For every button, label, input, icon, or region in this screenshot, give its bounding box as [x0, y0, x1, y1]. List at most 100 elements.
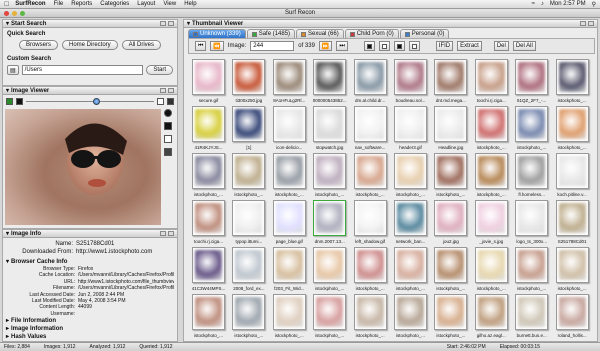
stop-icon[interactable] — [164, 122, 172, 130]
close-window-button[interactable] — [4, 11, 9, 16]
panel-close-button[interactable] — [168, 231, 174, 236]
thumbnail-image[interactable] — [232, 59, 266, 95]
thumbnail-image[interactable] — [192, 200, 225, 236]
thumbnail-item[interactable]: burnett.bus.e... — [513, 292, 550, 347]
zoom-slider[interactable] — [26, 98, 154, 105]
hash-values-section[interactable]: ▸ Hash Values — [6, 333, 174, 341]
tab-safe[interactable]: Safe (1485) — [246, 29, 296, 38]
thumbnail-item[interactable]: istockphoto_... — [311, 292, 348, 347]
thumbnail-image[interactable] — [394, 153, 427, 189]
panel-close-button[interactable] — [168, 21, 174, 26]
thumbnail-image[interactable] — [192, 247, 225, 283]
thumbnail-image[interactable] — [555, 106, 589, 142]
thumbnail-image[interactable] — [272, 59, 306, 95]
flip-button[interactable] — [167, 98, 174, 105]
thumbnail-image[interactable] — [192, 294, 225, 330]
thumbnail-item[interactable]: gilho.az.eagl... — [473, 292, 510, 347]
rotate-button[interactable] — [157, 98, 164, 105]
panel-close-button[interactable] — [168, 88, 174, 93]
thumbnail-image[interactable] — [192, 106, 225, 142]
record-icon[interactable] — [164, 109, 172, 117]
thumbnail-image[interactable] — [434, 247, 468, 283]
thumbnail-image[interactable] — [313, 200, 347, 236]
browser-cache-section[interactable]: ▾ Browser Cache Info — [6, 258, 174, 266]
collapse-triangle-icon[interactable]: ▾ — [187, 20, 190, 27]
thumbnail-item[interactable]: istockphoto_... — [432, 292, 469, 347]
thumbnail-image[interactable] — [555, 294, 589, 330]
thumb-size-xlarge-button[interactable] — [408, 41, 420, 51]
thumbnail-image[interactable] — [353, 247, 387, 283]
panel-float-button[interactable] — [160, 88, 166, 93]
thumbnail-image[interactable] — [313, 106, 347, 142]
apple-icon[interactable]:  — [4, 1, 9, 8]
thumbnail-item[interactable]: istockphoto_... — [352, 292, 389, 347]
actual-size-button[interactable] — [16, 98, 23, 105]
thumbnail-image[interactable] — [555, 59, 589, 95]
thumbnail-image[interactable] — [232, 153, 266, 189]
thumbnail-image[interactable] — [272, 106, 306, 142]
menu-view[interactable]: View — [163, 1, 176, 7]
thumbnail-image[interactable] — [353, 153, 387, 189]
clock[interactable]: Mon 2:57 PM — [550, 1, 586, 7]
menu-reports[interactable]: Reports — [71, 1, 92, 7]
collapse-triangle-icon[interactable]: ▾ — [6, 87, 9, 94]
image-information-section[interactable]: ▸ Image Information — [6, 325, 174, 333]
thumbnail-image[interactable] — [272, 200, 306, 236]
thumbnail-image[interactable] — [394, 247, 427, 283]
thumbnail-image[interactable] — [192, 59, 225, 95]
thumbnail-image[interactable] — [394, 200, 427, 236]
volume-icon[interactable]: ♪ — [541, 1, 544, 7]
thumbnail-image[interactable] — [434, 59, 468, 95]
thumbnail-item[interactable]: istockphoto_... — [190, 292, 227, 347]
all-drives-button[interactable]: All Drives — [121, 40, 162, 50]
file-information-section[interactable]: ▸ File Information — [6, 317, 174, 325]
thumbnail-image[interactable] — [515, 153, 549, 189]
tab-child-porn[interactable]: Child Porn (0) — [344, 29, 399, 38]
menu-layout[interactable]: Layout — [137, 1, 155, 7]
thumbnail-item[interactable]: istockphoto_... — [271, 292, 308, 347]
folder-browse-button[interactable]: ▤ — [7, 65, 19, 75]
thumbnail-image[interactable] — [515, 59, 549, 95]
thumbnail-item[interactable]: istockphoto_... — [392, 292, 429, 347]
blank-square-icon[interactable] — [164, 135, 172, 143]
thumbnail-image[interactable] — [555, 247, 589, 283]
thumbnail-image[interactable] — [394, 106, 427, 142]
thumbnail-image[interactable] — [353, 200, 387, 236]
thumbnail-image[interactable] — [313, 294, 347, 330]
thumbnail-image[interactable] — [272, 153, 306, 189]
collapse-triangle-icon[interactable]: ▾ — [6, 230, 9, 237]
image-number-input[interactable]: 244 — [250, 41, 295, 51]
panel-float-button[interactable] — [160, 21, 166, 26]
thumbnail-image[interactable] — [515, 294, 549, 330]
thumbnail-image[interactable] — [555, 200, 589, 236]
fit-view-button[interactable] — [6, 98, 13, 105]
menu-help[interactable]: Help — [184, 1, 196, 7]
app-menu[interactable]: SurfRecon — [15, 1, 45, 7]
minimize-window-button[interactable] — [12, 11, 17, 16]
spotlight-search-icon[interactable]: ⚲ — [592, 1, 596, 8]
next-image-button[interactable]: ⏩ — [318, 41, 333, 51]
tab-personal[interactable]: Personal (0) — [399, 29, 450, 38]
thumb-size-small-button[interactable] — [363, 41, 375, 51]
image-preview[interactable] — [5, 109, 161, 225]
thumbnail-image[interactable] — [474, 247, 508, 283]
extract-button[interactable]: Extract — [457, 41, 482, 51]
thumbnail-image[interactable] — [515, 247, 549, 283]
custom-path-input[interactable]: /Users — [21, 65, 144, 75]
menu-file[interactable]: File — [54, 1, 64, 7]
panel-float-button[interactable] — [580, 21, 586, 26]
thumbnail-image[interactable] — [313, 59, 347, 95]
menu-categories[interactable]: Categories — [100, 1, 129, 7]
thumbnail-image[interactable] — [353, 59, 387, 95]
panel-float-button[interactable] — [160, 231, 166, 236]
ifid-button[interactable]: IFID — [435, 41, 454, 51]
thumbnail-image[interactable] — [515, 200, 549, 236]
thumbnail-image[interactable] — [232, 294, 266, 330]
browsers-button[interactable]: Browsers — [18, 40, 58, 50]
last-image-button[interactable]: ⏭ — [336, 41, 348, 51]
thumbnail-image[interactable] — [474, 59, 508, 95]
thumbnail-image[interactable] — [474, 200, 508, 236]
thumbnail-image[interactable] — [313, 153, 347, 189]
delete-all-button[interactable]: Del All — [512, 41, 536, 51]
thumb-size-medium-button[interactable] — [378, 41, 390, 51]
